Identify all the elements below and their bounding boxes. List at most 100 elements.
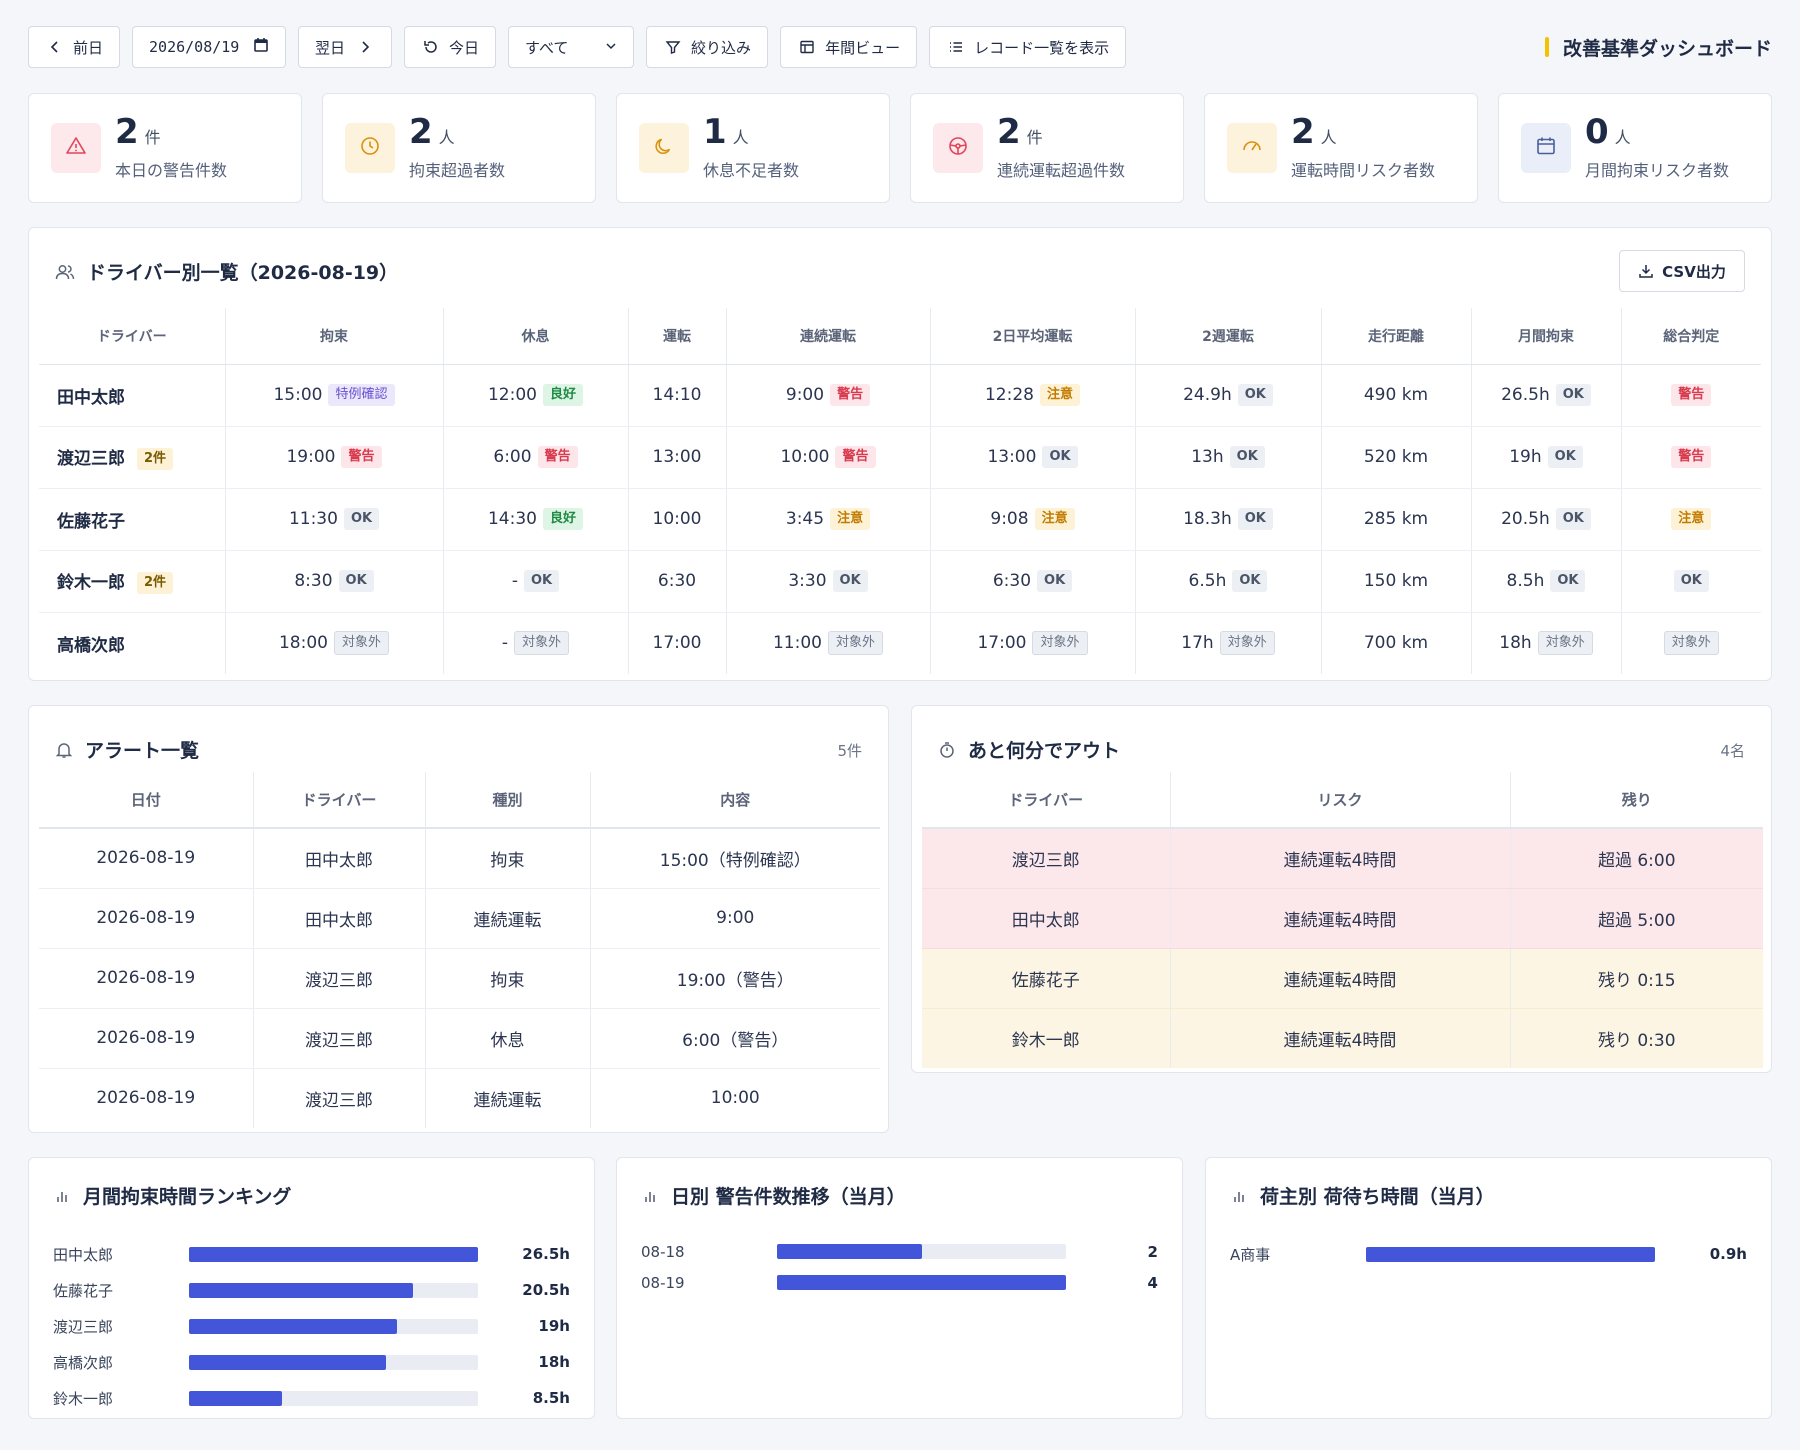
table-cell: 17:00 xyxy=(628,612,727,674)
year-view-button[interactable]: 年間ビュー xyxy=(780,26,918,68)
driver-name[interactable]: 高橋次郎 xyxy=(57,636,125,656)
table-cell: 渡辺三郎 xyxy=(253,948,426,1009)
kpi-value: 1 xyxy=(703,112,727,152)
status-badge: 良好 xyxy=(542,508,583,530)
status-badge: OK xyxy=(832,570,868,592)
column-header[interactable]: 休息 xyxy=(443,308,629,365)
daily-title-text: 日別 警告件数推移（当月） xyxy=(671,1186,906,1208)
status-badge: 注意 xyxy=(1039,384,1080,406)
kpi-card: 2 件本日の警告件数 xyxy=(28,93,302,203)
next-day-button[interactable]: 翌日 xyxy=(298,26,393,68)
kpi-unit: 人 xyxy=(438,128,455,147)
table-cell: 超過 5:00 xyxy=(1510,888,1763,949)
records-button[interactable]: レコード一覧を表示 xyxy=(929,26,1127,68)
status-badge: 対象外 xyxy=(827,631,883,656)
column-header[interactable]: 走行距離 xyxy=(1321,308,1472,365)
table-cell: 2026-08-19 xyxy=(39,948,254,1009)
bar-track xyxy=(189,1246,479,1262)
column-header[interactable]: 総合判定 xyxy=(1621,308,1761,365)
driver-name[interactable]: 鈴木一郎 xyxy=(57,573,125,593)
status-badge: 対象外 xyxy=(514,631,570,656)
bar-row: 田中太郎 26.5h xyxy=(53,1236,570,1272)
app-title-text: 改善基準ダッシュボード xyxy=(1562,37,1772,60)
bar-value: 4 xyxy=(1147,1273,1158,1292)
column-header[interactable]: リスク xyxy=(1170,772,1511,829)
kpi-icon-box xyxy=(1521,123,1571,173)
next-day-label: 翌日 xyxy=(315,38,346,57)
table-cell: 2026-08-19 xyxy=(39,1008,254,1069)
bar-value: 20.5h xyxy=(522,1281,570,1299)
filter-select[interactable]: すべて xyxy=(508,26,635,68)
column-header[interactable]: 運転 xyxy=(628,308,727,365)
cell-value: - xyxy=(511,571,518,591)
table-row[interactable]: 2026-08-19 田中太郎 連続運転 9:00 xyxy=(39,888,880,949)
table-row[interactable]: 田中太郎 15:00 特例確認 12:00 良好 14:10 9:00 警告 12:28 注意 24… xyxy=(39,364,1761,427)
date-input[interactable]: 2026/08/19 xyxy=(132,26,287,68)
driver-name[interactable]: 渡辺三郎 xyxy=(57,449,125,469)
driver-name[interactable]: 田中太郎 xyxy=(57,388,125,408)
table-row[interactable]: 2026-08-19 渡辺三郎 休息 6:00（警告） xyxy=(39,1008,880,1069)
countdown-count: 4名 xyxy=(1720,742,1745,760)
table-row[interactable]: 高橋次郎 18:00 対象外 - 対象外 17:00 11:00 対象外 17:00 対象外 17h… xyxy=(39,612,1761,674)
column-header[interactable]: 残り xyxy=(1510,772,1763,829)
table-cell: 拘束 xyxy=(425,948,591,1009)
table-cell: 18h 対象外 xyxy=(1471,612,1622,674)
table-row[interactable]: 鈴木一郎 連続運転4時間 残り 0:30 xyxy=(922,1008,1763,1068)
column-header[interactable]: ドライバー xyxy=(253,772,426,829)
shipper-title: 荷主別 荷待ち時間（当月） xyxy=(1232,1182,1495,1209)
countdown-table-header: ドライバー リスク 残り xyxy=(922,772,1763,829)
column-header[interactable]: 拘束 xyxy=(225,308,444,365)
column-header[interactable]: 種別 xyxy=(425,772,591,829)
cell-value: 17:00 xyxy=(652,633,702,654)
cell-value: 10:00 xyxy=(780,447,830,467)
kpi-icon-box xyxy=(51,123,101,173)
table-cell: 19h OK xyxy=(1471,426,1622,489)
column-header[interactable]: 2週運転 xyxy=(1135,308,1322,365)
column-header[interactable]: 連続運転 xyxy=(726,308,931,365)
cell-value: 18.3h xyxy=(1183,509,1232,529)
table-cell: 3:30 OK xyxy=(726,550,931,613)
column-header[interactable]: 2日平均運転 xyxy=(930,308,1136,365)
table-cell: 連続運転 xyxy=(425,1068,591,1128)
table-row[interactable]: 鈴木一郎 2件 8:30 OK - OK 6:30 3:30 OK 6:30 OK 6.5h OK 150… xyxy=(39,550,1761,613)
table-cell: 渡辺三郎 xyxy=(922,828,1171,889)
cell-value: 12:00 xyxy=(487,385,537,405)
driver-name-cell: 高橋次郎 xyxy=(39,612,226,674)
table-cell: 13h OK xyxy=(1135,426,1322,489)
column-header[interactable]: 月間拘束 xyxy=(1471,308,1622,365)
column-header[interactable]: ドライバー xyxy=(39,308,226,365)
bar-track xyxy=(777,1244,1067,1259)
kpi-text: 2 人拘束超過者数 xyxy=(409,115,505,181)
bar-label: 鈴木一郎 xyxy=(53,1389,114,1408)
status-badge: 対象外 xyxy=(1219,631,1275,656)
bar-row: A商事 0.9h xyxy=(1230,1236,1747,1272)
alert-count-badge: 2件 xyxy=(137,448,174,470)
table-row[interactable]: 渡辺三郎 連続運転4時間 超過 6:00 xyxy=(922,828,1763,889)
kpi-text: 2 件本日の警告件数 xyxy=(115,115,227,181)
table-cell: 6:30 xyxy=(628,550,727,613)
driver-name[interactable]: 佐藤花子 xyxy=(57,512,125,532)
cell-value: 9:08 xyxy=(990,509,1029,529)
table-cell: 14:10 xyxy=(628,364,727,427)
table-cell: 注意 xyxy=(1621,488,1761,551)
driver-table: ドライバー 拘束 休息 運転 連続運転 2日平均運転 2週運転 走行距離 月間拘束 総合判定 田中… xyxy=(39,308,1761,674)
table-cell: 2026-08-19 xyxy=(39,888,254,949)
table-row[interactable]: 2026-08-19 渡辺三郎 連続運転 10:00 xyxy=(39,1068,880,1128)
kpi-label: 本日の警告件数 xyxy=(115,161,228,180)
calendar-icon[interactable] xyxy=(253,37,269,57)
column-header[interactable]: ドライバー xyxy=(922,772,1171,829)
column-header[interactable]: 日付 xyxy=(39,772,254,829)
today-button[interactable]: 今日 xyxy=(404,26,497,68)
table-row[interactable]: 佐藤花子 11:30 OK 14:30 良好 10:00 3:45 注意 9:08 注意 18.3h… xyxy=(39,488,1761,551)
status-badge: 警告 xyxy=(835,446,876,468)
table-row[interactable]: 田中太郎 連続運転4時間 超過 5:00 xyxy=(922,888,1763,949)
table-row[interactable]: 佐藤花子 連続運転4時間 残り 0:15 xyxy=(922,948,1763,1009)
cell-value: 13:00 xyxy=(987,447,1037,467)
column-header[interactable]: 内容 xyxy=(590,772,880,829)
table-row[interactable]: 2026-08-19 田中太郎 拘束 15:00（特例確認） xyxy=(39,828,880,889)
narrow-button[interactable]: 絞り込み xyxy=(646,26,769,68)
table-row[interactable]: 渡辺三郎 2件 19:00 警告 6:00 警告 13:00 10:00 警告 13:00 OK 13… xyxy=(39,426,1761,489)
csv-export-button[interactable]: CSV出力 xyxy=(1619,250,1745,292)
table-row[interactable]: 2026-08-19 渡辺三郎 拘束 19:00（警告） xyxy=(39,948,880,1009)
prev-day-button[interactable]: 前日 xyxy=(28,26,121,68)
